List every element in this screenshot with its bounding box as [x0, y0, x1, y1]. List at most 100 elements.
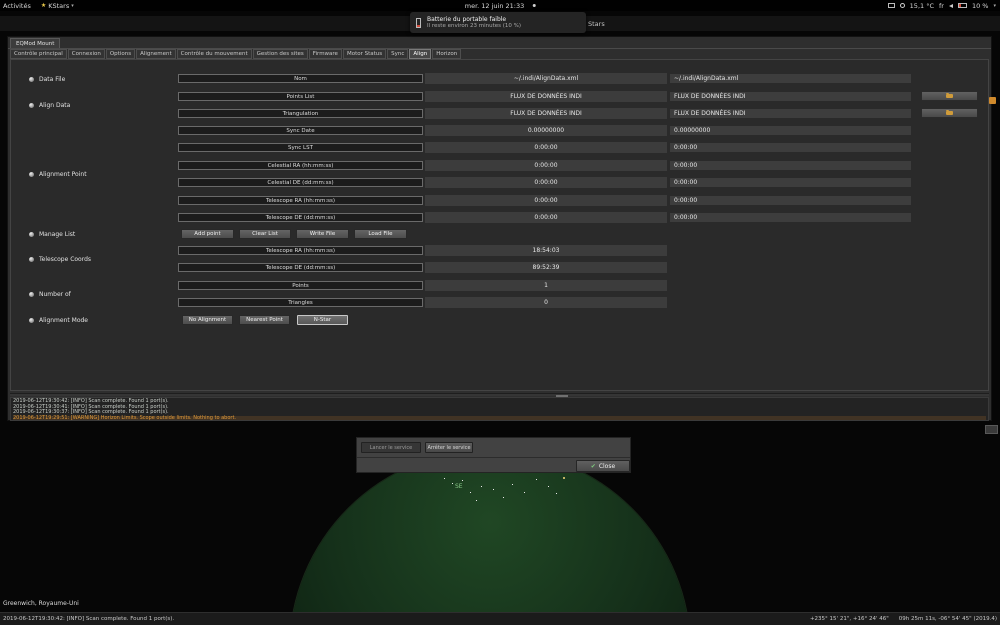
- notification-title: Batterie du portable faible: [427, 16, 521, 23]
- star-dot: [452, 483, 453, 484]
- keyboard-layout-label: fr: [939, 2, 944, 10]
- field-name: Telescope RA (hh:mm:ss): [178, 196, 423, 205]
- star-dot: [476, 500, 477, 501]
- indi-control-panel-window: EQMod Mount Contrôle principal Connexion…: [7, 36, 992, 421]
- star-dot: [512, 484, 513, 485]
- no-alignment-button[interactable]: No Alignment: [182, 315, 233, 325]
- field-name: Telescope DE (dd:mm:ss): [178, 213, 423, 222]
- status-equatorial-coords: 09h 25m 11s, -06° 54' 45" (2019.4): [899, 616, 997, 622]
- stop-service-button[interactable]: Arrêter le service: [425, 442, 473, 453]
- field-set-input[interactable]: ~/.indi/AlignData.xml: [669, 73, 912, 84]
- field-name: Celestial RA (hh:mm:ss): [178, 161, 423, 170]
- close-button[interactable]: ✔ Close: [576, 460, 630, 472]
- field-current-value: 0: [425, 297, 667, 308]
- status-bar: 2019-06-12T19:30:42: [INFO] Scan complet…: [0, 612, 1000, 625]
- activities-button[interactable]: Activités: [3, 2, 31, 10]
- folder-icon: [946, 94, 953, 98]
- field-set-input[interactable]: 0:00:00: [669, 142, 912, 153]
- property-row: Nom ~/.indi/AlignData.xml ~/.indi/AlignD…: [8, 73, 993, 84]
- add-point-button[interactable]: Add point: [181, 229, 234, 239]
- compass-label-se: SE: [455, 483, 463, 490]
- field-current-value: FLUX DE DONNÉES INDI: [425, 91, 667, 102]
- battery-icon: [958, 3, 967, 8]
- app-indicator[interactable]: ★ KStars ▾: [41, 2, 74, 10]
- top-bar: Activités ★ KStars ▾ mer. 12 juin 21:33 …: [0, 0, 1000, 11]
- field-current-value: 18:54:03: [425, 245, 667, 256]
- field-current-value: 0:00:00: [425, 195, 667, 206]
- tab-controle-du-mouvement[interactable]: Contrôle du mouvement: [177, 49, 252, 59]
- tab-motor-status[interactable]: Motor Status: [343, 49, 386, 59]
- start-service-button[interactable]: Lancer le service: [361, 442, 421, 453]
- star-dot: [493, 489, 494, 490]
- field-set-input[interactable]: 0:00:00: [669, 212, 912, 223]
- tab-align[interactable]: Align: [409, 49, 431, 59]
- field-current-value: 1: [425, 280, 667, 291]
- panel-handle[interactable]: [985, 425, 998, 434]
- field-current-value: FLUX DE DONNÉES INDI: [425, 108, 667, 119]
- property-row: Sync Date 0.00000000 0.00000000: [8, 125, 993, 136]
- property-row: Celestial DE (dd:mm:ss) 0:00:00 0:00:00: [8, 177, 993, 188]
- system-tray[interactable]: 15,1 °C fr 10 % ▾: [888, 0, 996, 11]
- tab-gestion-des-sites[interactable]: Gestion des sites: [253, 49, 308, 59]
- tab-controle-principal[interactable]: Contrôle principal: [10, 49, 67, 59]
- close-button-label: Close: [599, 463, 615, 470]
- browse-button[interactable]: [921, 91, 978, 101]
- property-row: Points 1: [8, 280, 993, 291]
- field-set-input[interactable]: FLUX DE DONNÉES INDI: [669, 91, 912, 102]
- star-dot: [481, 486, 482, 487]
- screen-share-icon: [888, 3, 895, 8]
- field-current-value: 0:00:00: [425, 160, 667, 171]
- log-splitter[interactable]: [10, 393, 989, 396]
- load-file-button[interactable]: Load File: [354, 229, 407, 239]
- status-message: 2019-06-12T19:30:42: [INFO] Scan complet…: [3, 616, 810, 622]
- nearest-point-button[interactable]: Nearest Point: [239, 315, 290, 325]
- manage-list-row: Add point Clear List Write File Load Fil…: [8, 229, 993, 240]
- star-dot: [556, 493, 557, 494]
- tab-horizon[interactable]: Horizon: [432, 49, 461, 59]
- field-current-value: 89:52:39: [425, 262, 667, 273]
- tab-firmware[interactable]: Firmware: [309, 49, 342, 59]
- tab-alignement[interactable]: Alignement: [136, 49, 176, 59]
- property-row: Triangulation FLUX DE DONNÉES INDI FLUX …: [8, 108, 993, 119]
- field-current-value: 0:00:00: [425, 177, 667, 188]
- blob-icon[interactable]: [989, 97, 996, 104]
- tab-connexion[interactable]: Connexion: [68, 49, 105, 59]
- star-dot: [503, 497, 504, 498]
- field-name: Nom: [178, 74, 423, 83]
- tab-sync[interactable]: Sync: [387, 49, 408, 59]
- write-file-button[interactable]: Write File: [296, 229, 349, 239]
- field-set-input[interactable]: 0:00:00: [669, 195, 912, 206]
- field-set-input[interactable]: 0:00:00: [669, 160, 912, 171]
- star-dot: [470, 492, 471, 493]
- field-set-input[interactable]: FLUX DE DONNÉES INDI: [669, 108, 912, 119]
- property-row: Sync LST 0:00:00 0:00:00: [8, 142, 993, 153]
- property-row: Telescope RA (hh:mm:ss) 0:00:00 0:00:00: [8, 195, 993, 206]
- log-panel[interactable]: 2019-06-12T19:30:42: [INFO] Scan complet…: [10, 397, 989, 421]
- dialog-separator: [357, 457, 630, 458]
- field-name: Points: [178, 281, 423, 290]
- horizon-ground: [290, 450, 690, 625]
- chevron-down-icon: ▾: [993, 3, 996, 9]
- device-manager-dialog: Lancer le service Arrêter le service ✔ C…: [356, 437, 631, 473]
- app-name: KStars: [48, 2, 69, 10]
- property-row: Telescope DE (dd:mm:ss) 89:52:39: [8, 262, 993, 273]
- field-current-value: ~/.indi/AlignData.xml: [425, 73, 667, 84]
- n-star-button[interactable]: N-Star: [297, 315, 348, 325]
- clock-button[interactable]: mer. 12 juin 21:33: [465, 2, 536, 10]
- property-row: Triangles 0: [8, 297, 993, 308]
- property-row: Points List FLUX DE DONNÉES INDI FLUX DE…: [8, 91, 993, 102]
- field-set-input[interactable]: 0:00:00: [669, 177, 912, 188]
- volume-icon: [949, 4, 953, 8]
- field-set-input[interactable]: 0.00000000: [669, 125, 912, 136]
- check-icon: ✔: [591, 463, 596, 470]
- tab-options[interactable]: Options: [106, 49, 135, 59]
- battery-notification[interactable]: Batterie du portable faible Il reste env…: [410, 12, 586, 33]
- field-name: Celestial DE (dd:mm:ss): [178, 178, 423, 187]
- notification-dot: [532, 4, 535, 7]
- browse-button[interactable]: [921, 108, 978, 118]
- battery-level: [959, 4, 961, 7]
- clock-label: mer. 12 juin 21:33: [465, 2, 525, 10]
- field-name: Telescope RA (hh:mm:ss): [178, 246, 423, 255]
- clear-list-button[interactable]: Clear List: [239, 229, 291, 239]
- field-current-value: 0:00:00: [425, 142, 667, 153]
